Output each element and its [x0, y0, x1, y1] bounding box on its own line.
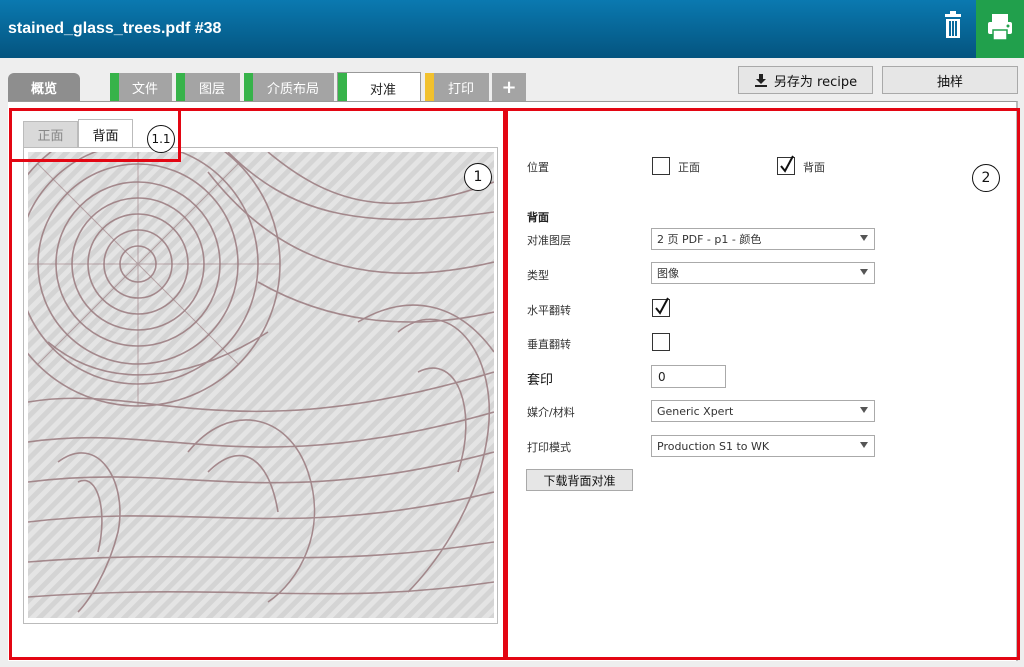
tab-layers[interactable]: 图层	[176, 73, 240, 101]
tab-add[interactable]: +	[492, 73, 526, 101]
highlight-area-1	[9, 108, 506, 660]
download-icon	[754, 74, 767, 87]
tab-overview[interactable]: 概览	[8, 73, 80, 101]
plus-icon: +	[501, 76, 517, 98]
callout-1-1: 1.1	[147, 125, 175, 153]
save-as-recipe-button[interactable]: 另存为 recipe	[738, 66, 873, 94]
highlight-area-2	[505, 108, 1020, 660]
document-title: stained_glass_trees.pdf #38	[8, 20, 222, 37]
tab-media-layout[interactable]: 介质布局	[244, 73, 334, 101]
callout-2: 2	[972, 164, 1000, 192]
callout-1: 1	[464, 163, 492, 191]
printer-icon	[988, 14, 1012, 41]
tab-alignment[interactable]: 对准	[337, 72, 421, 103]
trash-icon[interactable]	[936, 8, 970, 46]
sample-button[interactable]: 抽样	[882, 66, 1018, 94]
print-button[interactable]	[976, 0, 1024, 58]
tab-files[interactable]: 文件	[110, 73, 172, 101]
app-header: stained_glass_trees.pdf #38	[0, 0, 1024, 58]
tab-print[interactable]: 打印	[425, 73, 489, 101]
